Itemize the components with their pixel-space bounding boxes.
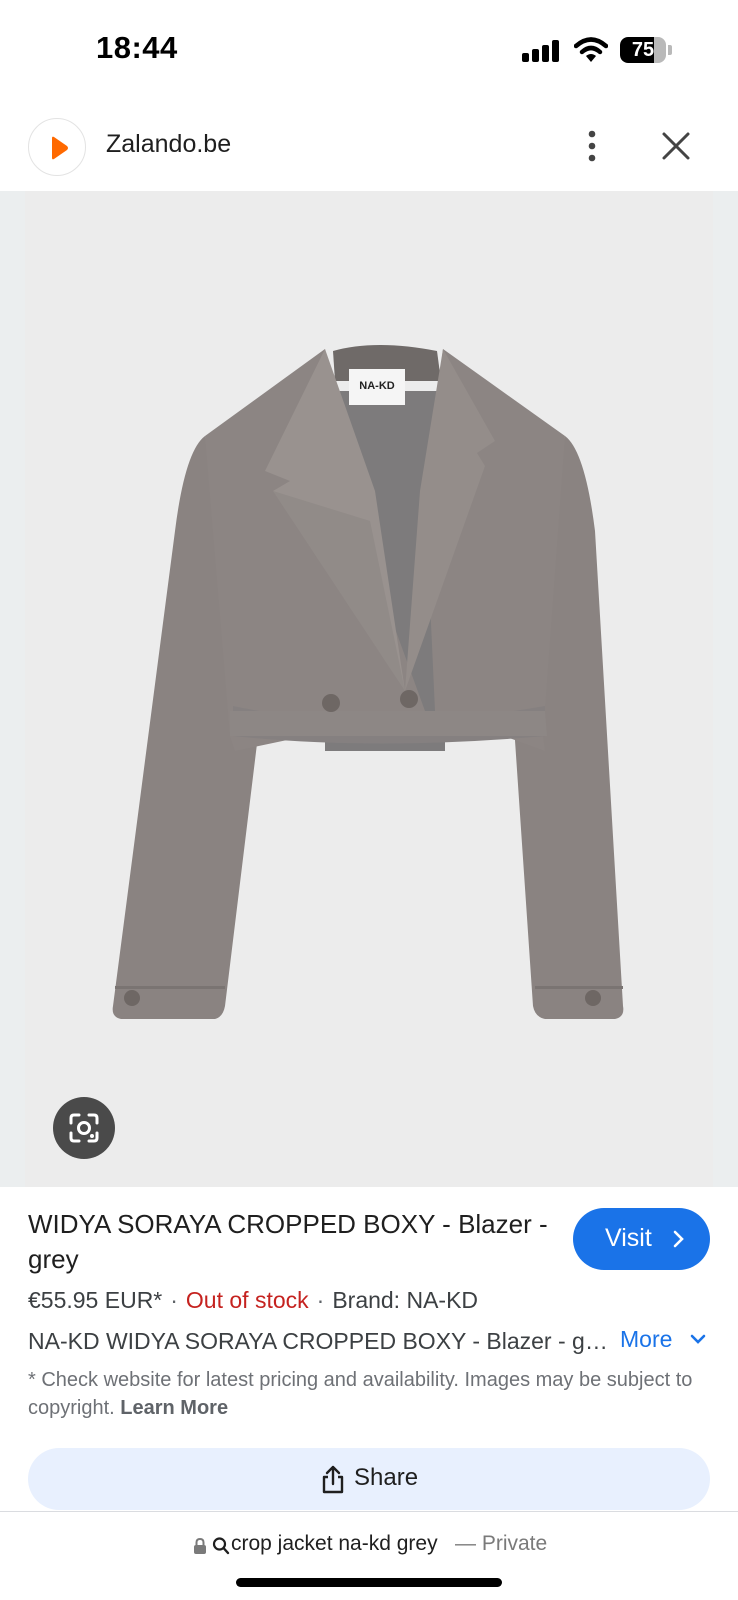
stock-status: Out of stock	[185, 1287, 309, 1313]
address-bar[interactable]: crop jacket na-kd grey — Private	[0, 1528, 738, 1564]
product-price: €55.95 EUR*	[28, 1287, 163, 1313]
product-description: NA-KD WIDYA SORAYA CROPPED BOXY - Blazer…	[28, 1328, 610, 1354]
product-title[interactable]: WIDYA SORAYA CROPPED BOXY - Blazer - gre…	[28, 1207, 548, 1277]
google-lens-icon[interactable]	[53, 1097, 115, 1159]
home-indicator[interactable]	[236, 1578, 502, 1587]
close-icon[interactable]	[656, 126, 696, 166]
brand-label: NA-KD	[359, 380, 394, 392]
battery-level: 75	[631, 39, 655, 61]
battery-icon: 75	[620, 37, 672, 63]
price-line: €55.95 EUR* · Out of stock · Brand: NA-KD	[28, 1287, 478, 1314]
share-label: Share	[354, 1464, 419, 1491]
wifi-icon	[573, 36, 609, 64]
lock-icon	[194, 1537, 206, 1554]
product-image[interactable]: NA-KD	[25, 191, 713, 1187]
site-favicon	[28, 118, 86, 176]
more-button[interactable]: More	[620, 1326, 706, 1353]
status-bar: 18:44 75	[0, 0, 738, 100]
zalando-logo-icon	[42, 132, 74, 164]
visit-button-label: Visit	[605, 1224, 652, 1252]
learn-more-link[interactable]: Learn More	[120, 1397, 228, 1419]
share-button[interactable]: Share	[28, 1448, 710, 1510]
disclaimer: * Check website for latest pricing and a…	[28, 1366, 718, 1422]
site-name: Zalando.be	[106, 130, 232, 158]
separator: ·	[316, 1287, 325, 1313]
cellular-signal-icon	[522, 40, 560, 62]
chevron-down-icon	[690, 1334, 706, 1344]
product-image-area: NA-KD	[0, 191, 738, 1187]
more-label: More	[620, 1326, 673, 1352]
browser-header: Zalando.be	[0, 112, 738, 188]
chevron-right-icon	[673, 1230, 684, 1248]
status-time: 18:44	[96, 30, 178, 65]
divider	[0, 1511, 738, 1512]
more-vertical-icon[interactable]	[572, 126, 612, 166]
separator: ·	[170, 1287, 178, 1313]
search-icon	[212, 1537, 230, 1555]
private-label: — Private	[455, 1532, 548, 1555]
product-brand: Brand: NA-KD	[332, 1287, 479, 1313]
search-query: crop jacket na-kd grey	[231, 1532, 438, 1555]
visit-button[interactable]: Visit	[573, 1208, 710, 1270]
share-icon	[322, 1465, 344, 1494]
